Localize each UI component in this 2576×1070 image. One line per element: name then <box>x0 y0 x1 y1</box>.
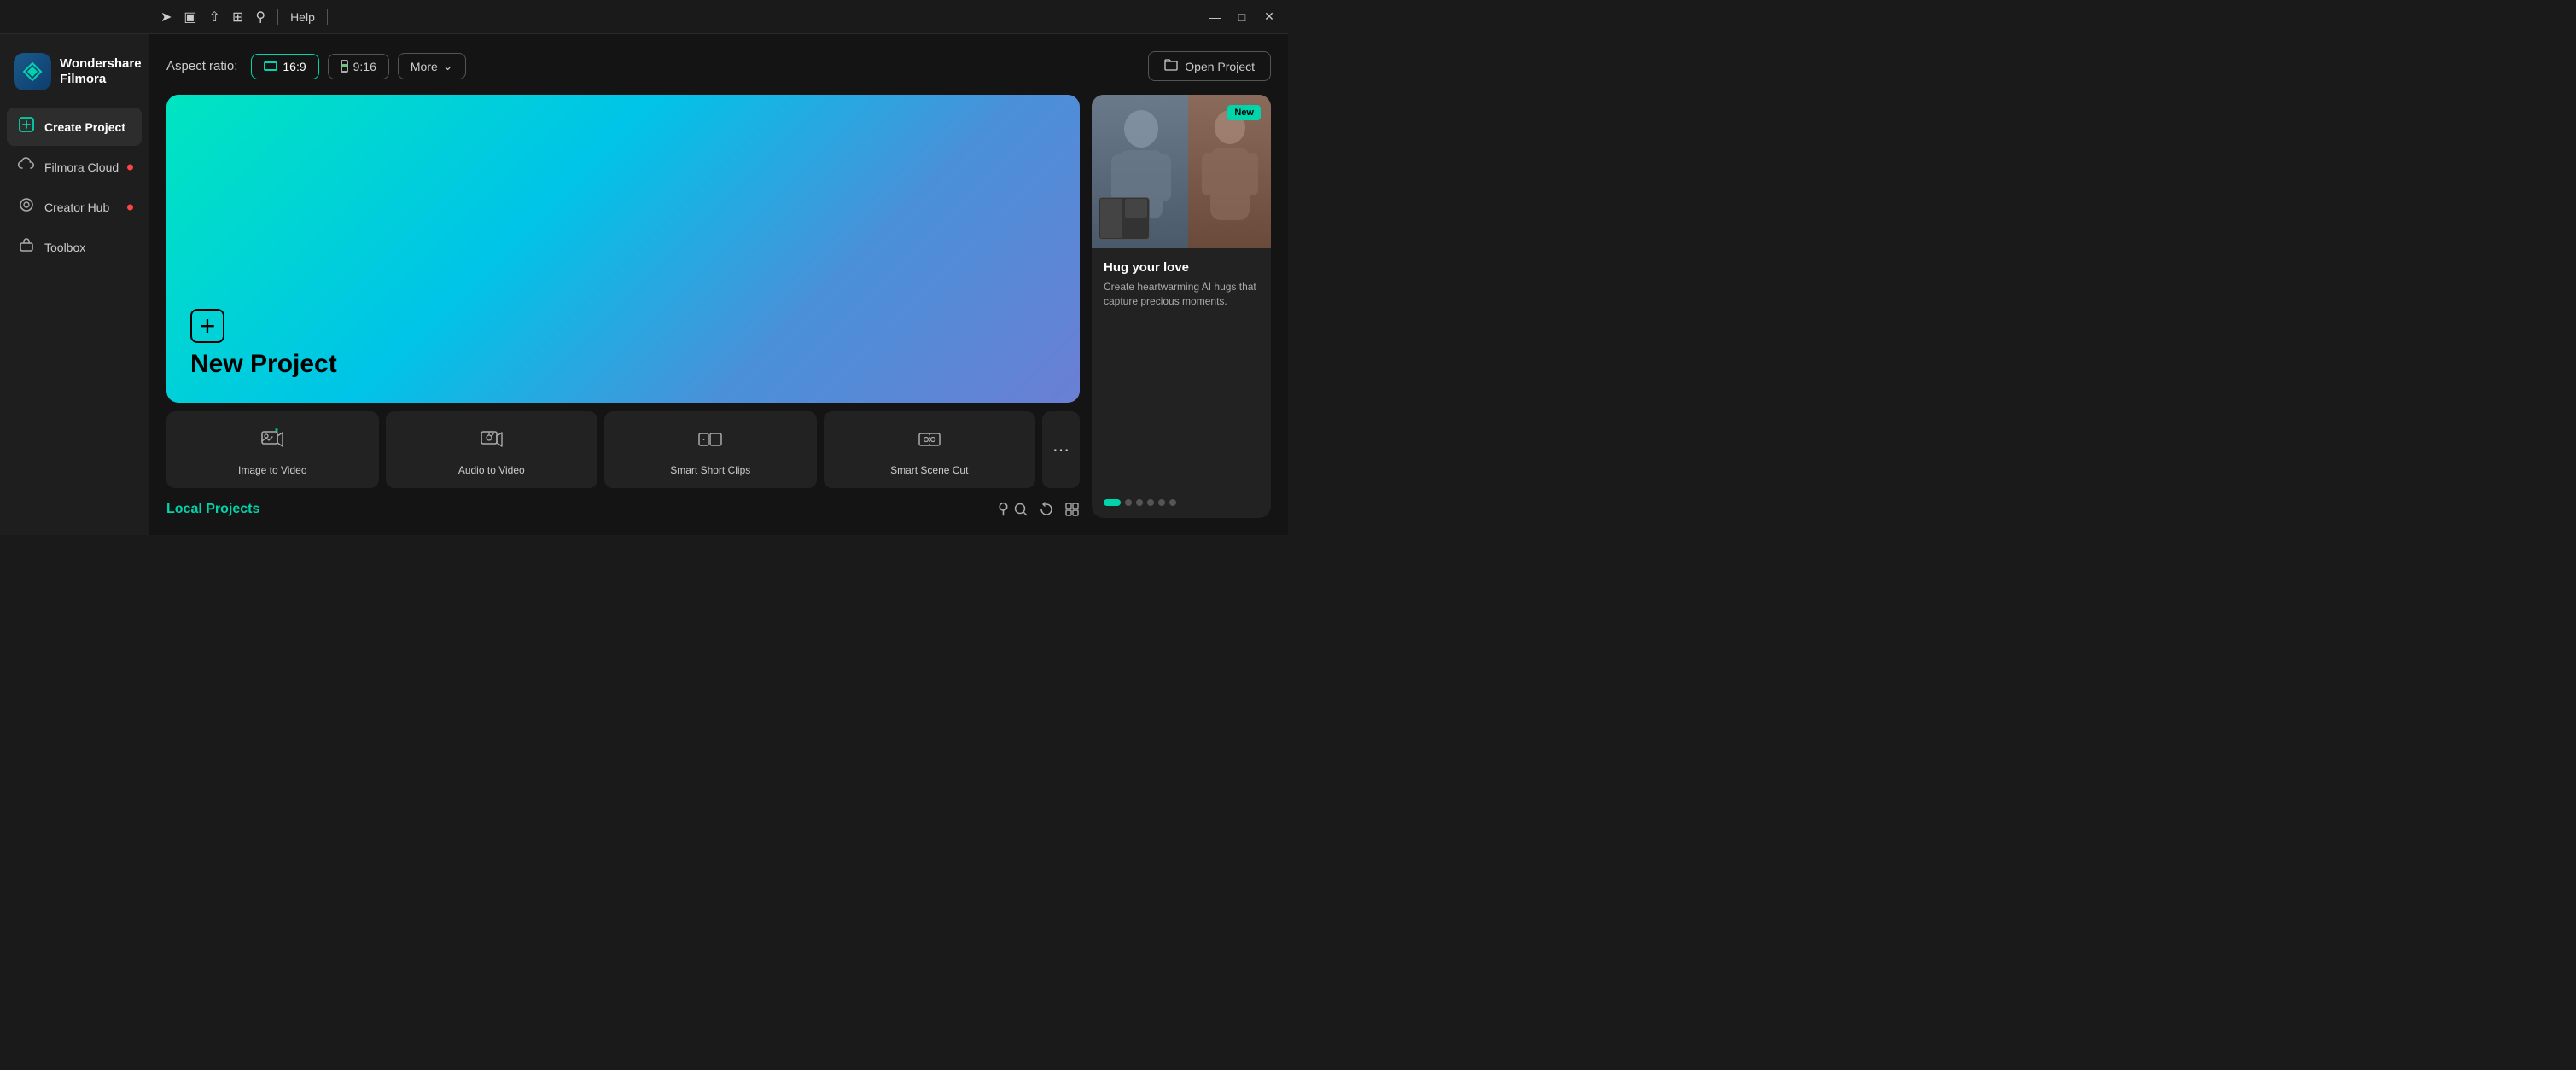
main-content: Aspect ratio: 16:9 9:16 More ⌄ Open Proj <box>149 34 1288 535</box>
feature-dots <box>1092 499 1271 518</box>
portrait-screen-icon <box>341 60 348 73</box>
sidebar-item-filmora-cloud[interactable]: Filmora Cloud <box>7 148 142 186</box>
logo-area: Wondershare Filmora <box>0 43 149 108</box>
toolbox-icon <box>17 236 36 258</box>
title-bar: ➤ ▣ ⇧ ⊞ ⚲ Help — □ ✕ <box>0 0 1288 34</box>
new-project-title: New Project <box>190 350 1056 379</box>
divider <box>277 9 278 25</box>
tools-more-button[interactable]: ⋯ <box>1042 411 1080 488</box>
app-name: Wondershare Filmora <box>60 56 142 87</box>
help-link[interactable]: Help <box>290 10 315 24</box>
image-to-video-icon <box>260 427 284 457</box>
feature-description: Create heartwarming AI hugs that capture… <box>1104 280 1259 309</box>
feature-dot-3[interactable] <box>1136 499 1143 506</box>
window-controls: — □ ✕ <box>1203 5 1281 29</box>
local-projects-title: Local Projects <box>166 502 259 517</box>
creator-hub-icon <box>17 196 36 218</box>
more-label: More <box>411 60 438 73</box>
right-panel: New Hug your love Create heartwarming AI… <box>1092 95 1271 518</box>
feature-dot-1[interactable] <box>1104 499 1121 506</box>
local-projects-bar: Local Projects ⚲ <box>166 497 1080 518</box>
upload-icon[interactable]: ⇧ <box>209 9 220 26</box>
sidebar-item-creator-hub[interactable]: Creator Hub <box>7 188 142 226</box>
tool-smart-short-clips-label: Smart Short Clips <box>670 464 750 476</box>
filmora-logo-svg <box>20 60 44 84</box>
more-aspect-button[interactable]: More ⌄ <box>398 53 466 79</box>
aspect-9-16-button[interactable]: 9:16 <box>328 54 389 79</box>
creator-hub-dot <box>127 204 133 210</box>
cloud-icon <box>17 156 36 177</box>
title-bar-icons: ➤ ▣ ⇧ ⊞ ⚲ Help <box>160 9 328 26</box>
aspect-ratio-label: Aspect ratio: <box>166 59 237 73</box>
open-project-button[interactable]: Open Project <box>1148 51 1271 81</box>
headset-icon[interactable]: ⚲ <box>255 9 265 26</box>
feature-dot-5[interactable] <box>1158 499 1165 506</box>
audio-to-video-icon <box>480 427 504 457</box>
grid-view-icon[interactable] <box>1064 500 1080 518</box>
app-logo <box>14 53 51 90</box>
grid-icon[interactable]: ⊞ <box>232 9 243 26</box>
tool-smart-short-clips[interactable]: Smart Short Clips <box>604 411 817 488</box>
smart-short-clips-icon <box>698 427 722 457</box>
landscape-screen-icon <box>264 61 277 71</box>
app-body: Wondershare Filmora Create Project <box>0 34 1288 535</box>
tool-smart-scene-cut[interactable]: Smart Scene Cut <box>824 411 1036 488</box>
photo-overlay <box>1099 197 1150 240</box>
aspect-16-9-label: 16:9 <box>283 60 306 73</box>
left-column: + New Project <box>166 95 1080 518</box>
sidebar-label-toolbox: Toolbox <box>44 241 85 254</box>
filmora-cloud-dot <box>127 164 133 170</box>
tools-row: Image to Video Audio to Video <box>166 411 1080 488</box>
sidebar-nav: Create Project Filmora Cloud <box>0 108 149 266</box>
monitor-icon[interactable]: ▣ <box>184 9 196 26</box>
sidebar-label-create-project: Create Project <box>44 120 125 134</box>
feature-title: Hug your love <box>1104 260 1259 275</box>
divider2 <box>327 9 328 25</box>
feature-info: Hug your love Create heartwarming AI hug… <box>1092 248 1271 499</box>
feature-card[interactable]: New Hug your love Create heartwarming AI… <box>1092 95 1271 518</box>
chevron-down-icon: ⌄ <box>443 59 453 73</box>
aspect-16-9-button[interactable]: 16:9 <box>251 54 318 79</box>
sidebar-item-create-project[interactable]: Create Project <box>7 108 142 146</box>
new-project-plus-icon: + <box>190 309 224 343</box>
feature-dot-6[interactable] <box>1169 499 1176 506</box>
smart-scene-cut-icon <box>918 427 941 457</box>
close-button[interactable]: ✕ <box>1257 5 1281 29</box>
new-project-card[interactable]: + New Project <box>166 95 1080 403</box>
sidebar-label-filmora-cloud: Filmora Cloud <box>44 160 119 174</box>
folder-icon <box>1164 59 1178 73</box>
send-icon[interactable]: ➤ <box>160 9 172 26</box>
tool-smart-scene-cut-label: Smart Scene Cut <box>890 464 968 476</box>
more-dots-icon: ⋯ <box>1052 439 1069 461</box>
aspect-9-16-label: 9:16 <box>353 60 376 73</box>
local-projects-actions: ⚲ <box>998 500 1080 518</box>
feature-dot-2[interactable] <box>1125 499 1132 506</box>
create-project-icon <box>17 116 36 137</box>
sidebar-item-toolbox[interactable]: Toolbox <box>7 228 142 266</box>
sidebar-label-creator-hub: Creator Hub <box>44 201 109 214</box>
new-badge: New <box>1227 105 1261 120</box>
tool-image-to-video-label: Image to Video <box>238 464 307 476</box>
feature-dot-4[interactable] <box>1147 499 1154 506</box>
maximize-button[interactable]: □ <box>1230 5 1254 29</box>
search-icon[interactable]: ⚲ <box>998 500 1029 518</box>
tool-audio-to-video[interactable]: Audio to Video <box>386 411 598 488</box>
sidebar: Wondershare Filmora Create Project <box>0 34 149 535</box>
open-project-label: Open Project <box>1185 60 1255 73</box>
cards-row: + New Project <box>166 95 1271 518</box>
feature-image: New <box>1092 95 1271 248</box>
tool-image-to-video[interactable]: Image to Video <box>166 411 379 488</box>
refresh-icon[interactable] <box>1039 500 1054 518</box>
tool-audio-to-video-label: Audio to Video <box>458 464 525 476</box>
minimize-button[interactable]: — <box>1203 5 1227 29</box>
aspect-ratio-bar: Aspect ratio: 16:9 9:16 More ⌄ Open Proj <box>166 51 1271 81</box>
